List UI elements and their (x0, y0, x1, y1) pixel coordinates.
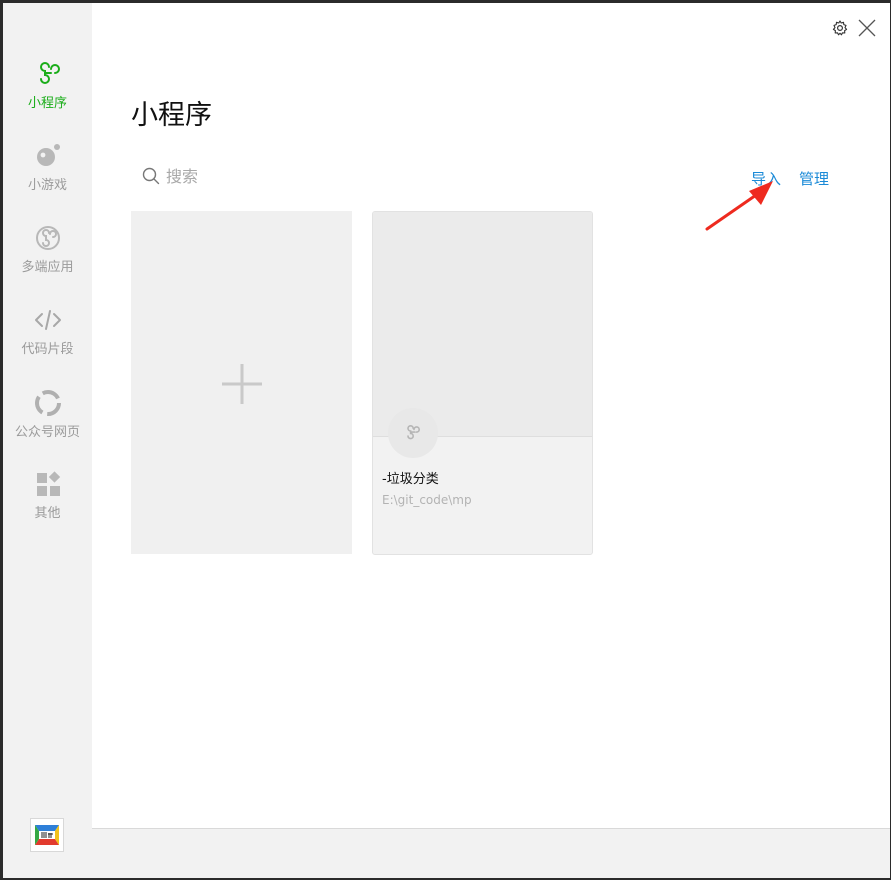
sidebar-item-label: 其他 (34, 506, 61, 521)
project-thumbnail (373, 212, 592, 437)
sidebar-item-code-snippet[interactable]: 代码片段 (3, 305, 92, 357)
sidebar-item-label: 代码片段 (21, 342, 74, 357)
official-account-icon (34, 390, 61, 416)
sidebar-item-label: 小程序 (27, 96, 67, 111)
project-name: -垃圾分类 (382, 472, 439, 487)
search-input[interactable] (166, 164, 386, 188)
project-avatar (388, 408, 438, 458)
sidebar-item-label: 小游戏 (27, 178, 67, 193)
code-icon (34, 310, 61, 330)
footer-bar (92, 828, 890, 878)
multi-platform-icon (35, 226, 60, 250)
mini-program-icon (407, 425, 420, 440)
grid-icon (36, 471, 60, 496)
sidebar-item-label: 公众号网页 (14, 425, 80, 440)
plus-icon (222, 364, 262, 404)
close-icon[interactable] (858, 19, 876, 37)
user-avatar[interactable] (30, 818, 64, 852)
sidebar: 小程序 小游戏 多端应用 代码片段 公众号网页 其他 (3, 3, 92, 878)
sidebar-item-other[interactable]: 其他 (3, 469, 92, 521)
avatar-logo-icon (35, 825, 59, 845)
search-icon (142, 167, 160, 185)
project-card[interactable]: -垃圾分类 E:\git_code\mp (372, 211, 593, 555)
sidebar-item-mini-game[interactable]: 小游戏 (3, 141, 92, 193)
import-button[interactable]: 导入 (751, 168, 781, 189)
sidebar-item-label: 多端应用 (21, 260, 74, 275)
create-project-card[interactable] (131, 211, 352, 554)
mini-game-icon (36, 144, 60, 166)
sidebar-item-official-account[interactable]: 公众号网页 (3, 388, 92, 440)
mini-program-icon (39, 62, 60, 84)
manage-button[interactable]: 管理 (799, 168, 829, 189)
sidebar-item-mini-program[interactable]: 小程序 (3, 59, 92, 111)
search-box[interactable] (142, 164, 402, 190)
app-window: 小程序 小游戏 多端应用 代码片段 公众号网页 其他 小程序 搜索 导入 管理 … (3, 3, 890, 878)
sidebar-item-multi-platform[interactable]: 多端应用 (3, 223, 92, 275)
page-title: 小程序 (131, 100, 212, 131)
project-path: E:\git_code\mp (382, 493, 472, 507)
settings-gear-icon[interactable] (832, 20, 848, 36)
